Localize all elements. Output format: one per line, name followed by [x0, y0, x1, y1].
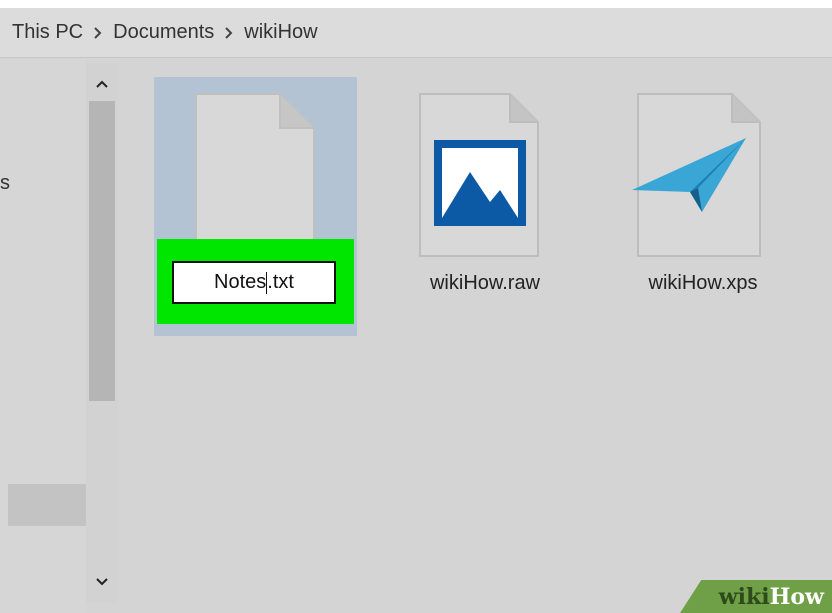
- scroll-down-button[interactable]: [86, 566, 118, 598]
- chevron-up-icon: [96, 80, 108, 88]
- xps-document-icon: [632, 93, 761, 257]
- chevron-down-icon: [96, 578, 108, 586]
- scroll-thumb[interactable]: [89, 101, 115, 401]
- filename-before-caret: Notes: [214, 271, 267, 293]
- chevron-right-icon[interactable]: [214, 26, 244, 40]
- breadcrumb-documents[interactable]: Documents: [113, 21, 214, 44]
- file-item-xps[interactable]: wikiHow.xps: [618, 84, 788, 314]
- file-name-raw[interactable]: wikiHow.raw: [412, 272, 558, 295]
- vertical-scrollbar[interactable]: [86, 63, 118, 603]
- filename-after-caret: .txt: [267, 271, 294, 293]
- nav-item-selected[interactable]: [8, 484, 86, 526]
- window-top-edge: [0, 0, 832, 8]
- file-item-raw[interactable]: wikiHow.raw: [404, 84, 564, 314]
- watermark-part1: wiki: [718, 583, 770, 610]
- chevron-right-icon[interactable]: [83, 26, 113, 40]
- navigation-pane: s: [0, 59, 86, 613]
- nav-item-label[interactable]: s: [0, 172, 10, 195]
- file-name-xps[interactable]: wikiHow.xps: [628, 272, 778, 295]
- rename-input[interactable]: Notes .txt: [172, 261, 336, 304]
- scroll-up-button[interactable]: [86, 68, 118, 100]
- breadcrumb-wikihow[interactable]: wikiHow: [244, 21, 317, 44]
- blank-document-icon[interactable]: [192, 92, 318, 242]
- breadcrumb-this-pc[interactable]: This PC: [12, 21, 83, 44]
- wikihow-watermark: wiki How: [680, 580, 832, 613]
- breadcrumb: This PC Documents wikiHow: [0, 8, 832, 58]
- watermark-part2: How: [769, 583, 824, 610]
- image-file-icon: [419, 93, 539, 257]
